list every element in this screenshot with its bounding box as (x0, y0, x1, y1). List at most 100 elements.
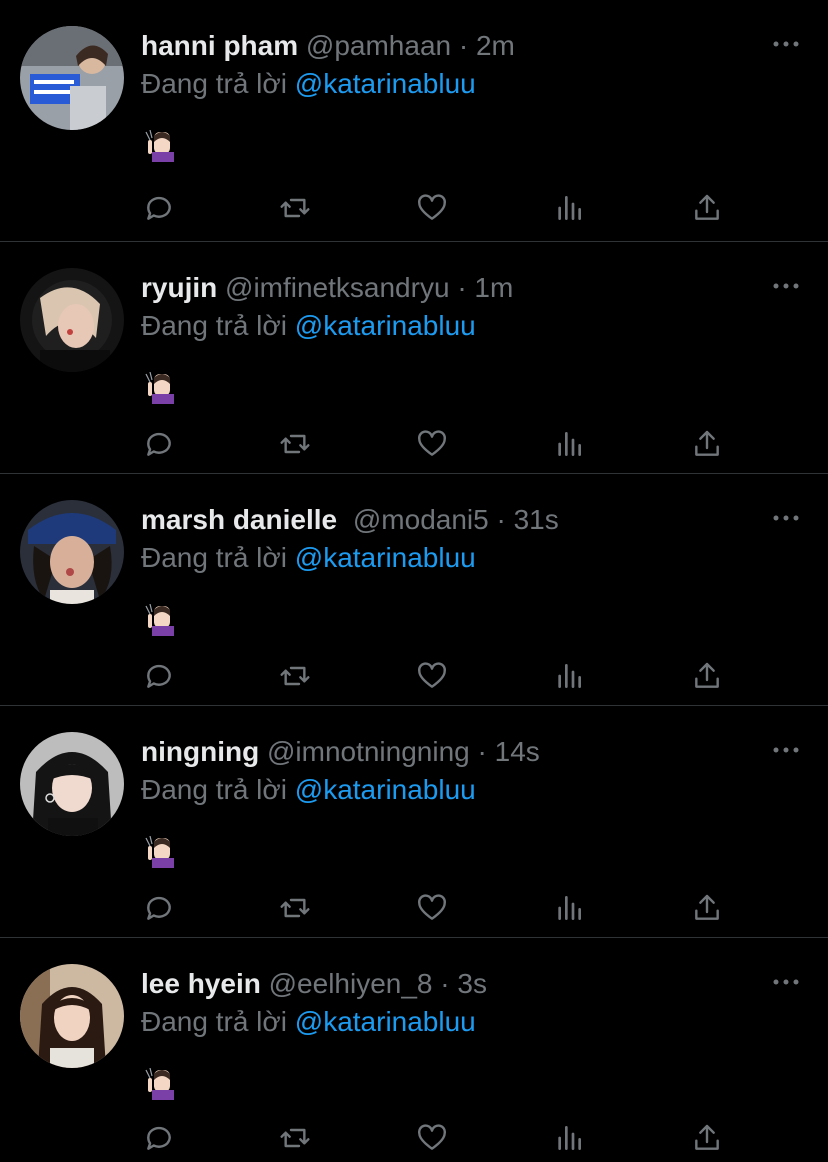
mention-link[interactable]: @katarinabluu (295, 1006, 476, 1037)
views-icon (558, 1126, 581, 1150)
share-button[interactable] (689, 426, 725, 462)
author-name[interactable]: marsh danielle (141, 504, 337, 535)
replying-to-label: Đang trả lời (141, 310, 287, 341)
timestamp[interactable]: 2m (476, 30, 515, 61)
share-icon (695, 894, 719, 920)
share-button[interactable] (689, 890, 725, 926)
replying-to: Đang trả lời @katarinabluu (141, 772, 476, 808)
author-handle[interactable]: @imnotningning (267, 736, 470, 767)
retweet-button[interactable] (277, 658, 313, 694)
like-button[interactable] (414, 190, 450, 226)
tweet-header: ningning @imnotningning · 14s (141, 734, 540, 770)
retweet-button[interactable] (277, 426, 313, 462)
more-dots-icon[interactable] (772, 32, 800, 56)
heart-icon (418, 894, 446, 920)
author-handle[interactable]: @pamhaan (306, 30, 451, 61)
retweet-icon (280, 434, 310, 454)
replying-to: Đang trả lời @katarinabluu (141, 540, 476, 576)
tweet-actions (141, 658, 741, 694)
tweet-header: lee hyein @eelhiyen_8 · 3s (141, 966, 487, 1002)
more-dots-icon[interactable] (772, 274, 800, 298)
avatar[interactable] (20, 964, 124, 1068)
retweet-icon (280, 898, 310, 918)
tweet-item[interactable]: ningning @imnotningning · 14s Đang trả l… (0, 706, 828, 938)
mention-link[interactable]: @katarinabluu (295, 542, 476, 573)
views-button[interactable] (551, 890, 587, 926)
share-icon (695, 662, 719, 688)
tweet-actions (141, 190, 741, 226)
replying-to: Đang trả lời @katarinabluu (141, 1004, 476, 1040)
retweet-button[interactable] (277, 1120, 313, 1156)
timestamp[interactable]: 1m (474, 272, 513, 303)
views-button[interactable] (551, 190, 587, 226)
retweet-icon (280, 1128, 310, 1148)
avatar[interactable] (20, 268, 124, 372)
views-button[interactable] (551, 426, 587, 462)
more-dots-icon[interactable] (772, 506, 800, 530)
shushing-emoji (144, 835, 174, 868)
reply-icon (147, 196, 171, 220)
separator-dot: · (458, 30, 469, 61)
share-button[interactable] (689, 658, 725, 694)
like-button[interactable] (414, 426, 450, 462)
author-name[interactable]: ryujin (141, 272, 217, 303)
replying-to-label: Đang trả lời (141, 1006, 287, 1037)
heart-icon (418, 430, 446, 456)
mention-link[interactable]: @katarinabluu (295, 774, 476, 805)
author-handle[interactable]: @imfinetksandryu (225, 272, 450, 303)
timestamp[interactable]: 14s (495, 736, 540, 767)
author-handle[interactable]: @eelhiyen_8 (269, 968, 433, 999)
like-button[interactable] (414, 890, 450, 926)
mention-link[interactable]: @katarinabluu (295, 310, 476, 341)
share-icon (695, 194, 719, 220)
reply-feed: hanni pham @pamhaan · 2m Đang trả lời @k… (0, 0, 828, 1162)
reply-button[interactable] (141, 190, 177, 226)
tweet-header: marsh danielle @modani5 · 31s (141, 502, 559, 538)
share-button[interactable] (689, 190, 725, 226)
avatar[interactable] (20, 500, 124, 604)
views-icon (558, 432, 581, 456)
replying-to-label: Đang trả lời (141, 542, 287, 573)
author-name[interactable]: hanni pham (141, 30, 298, 61)
reply-button[interactable] (141, 658, 177, 694)
avatar[interactable] (20, 26, 124, 130)
tweet-header: hanni pham @pamhaan · 2m (141, 28, 515, 64)
views-button[interactable] (551, 1120, 587, 1156)
timestamp[interactable]: 31s (514, 504, 559, 535)
replying-to: Đang trả lời @katarinabluu (141, 66, 476, 102)
replying-to: Đang trả lời @katarinabluu (141, 308, 476, 344)
tweet-item[interactable]: ryujin @imfinetksandryu · 1m Đang trả lờ… (0, 242, 828, 474)
author-name[interactable]: ningning (141, 736, 259, 767)
like-button[interactable] (414, 658, 450, 694)
tweet-actions (141, 1120, 741, 1156)
author-handle[interactable]: @modani5 (353, 504, 489, 535)
tweet-item[interactable]: lee hyein @eelhiyen_8 · 3s Đang trả lời … (0, 938, 828, 1162)
share-icon (695, 1124, 719, 1150)
reply-button[interactable] (141, 426, 177, 462)
author-name[interactable]: lee hyein (141, 968, 261, 999)
shushing-emoji (144, 1067, 174, 1100)
share-button[interactable] (689, 1120, 725, 1156)
retweet-button[interactable] (277, 890, 313, 926)
more-dots-icon[interactable] (772, 738, 800, 762)
share-icon (695, 430, 719, 456)
replying-to-label: Đang trả lời (141, 68, 287, 99)
shushing-emoji (144, 603, 174, 636)
reply-button[interactable] (141, 1120, 177, 1156)
reply-icon (147, 664, 171, 688)
timestamp[interactable]: 3s (457, 968, 487, 999)
avatar[interactable] (20, 732, 124, 836)
shushing-emoji (144, 371, 174, 404)
mention-link[interactable]: @katarinabluu (295, 68, 476, 99)
tweet-item[interactable]: hanni pham @pamhaan · 2m Đang trả lời @k… (0, 0, 828, 242)
views-icon (558, 664, 581, 688)
tweet-actions (141, 426, 741, 462)
more-dots-icon[interactable] (772, 970, 800, 994)
like-button[interactable] (414, 1120, 450, 1156)
retweet-button[interactable] (277, 190, 313, 226)
reply-button[interactable] (141, 890, 177, 926)
views-button[interactable] (551, 658, 587, 694)
separator-dot: · (440, 968, 450, 999)
tweet-item[interactable]: marsh danielle @modani5 · 31s Đang trả l… (0, 474, 828, 706)
heart-icon (418, 1124, 446, 1150)
